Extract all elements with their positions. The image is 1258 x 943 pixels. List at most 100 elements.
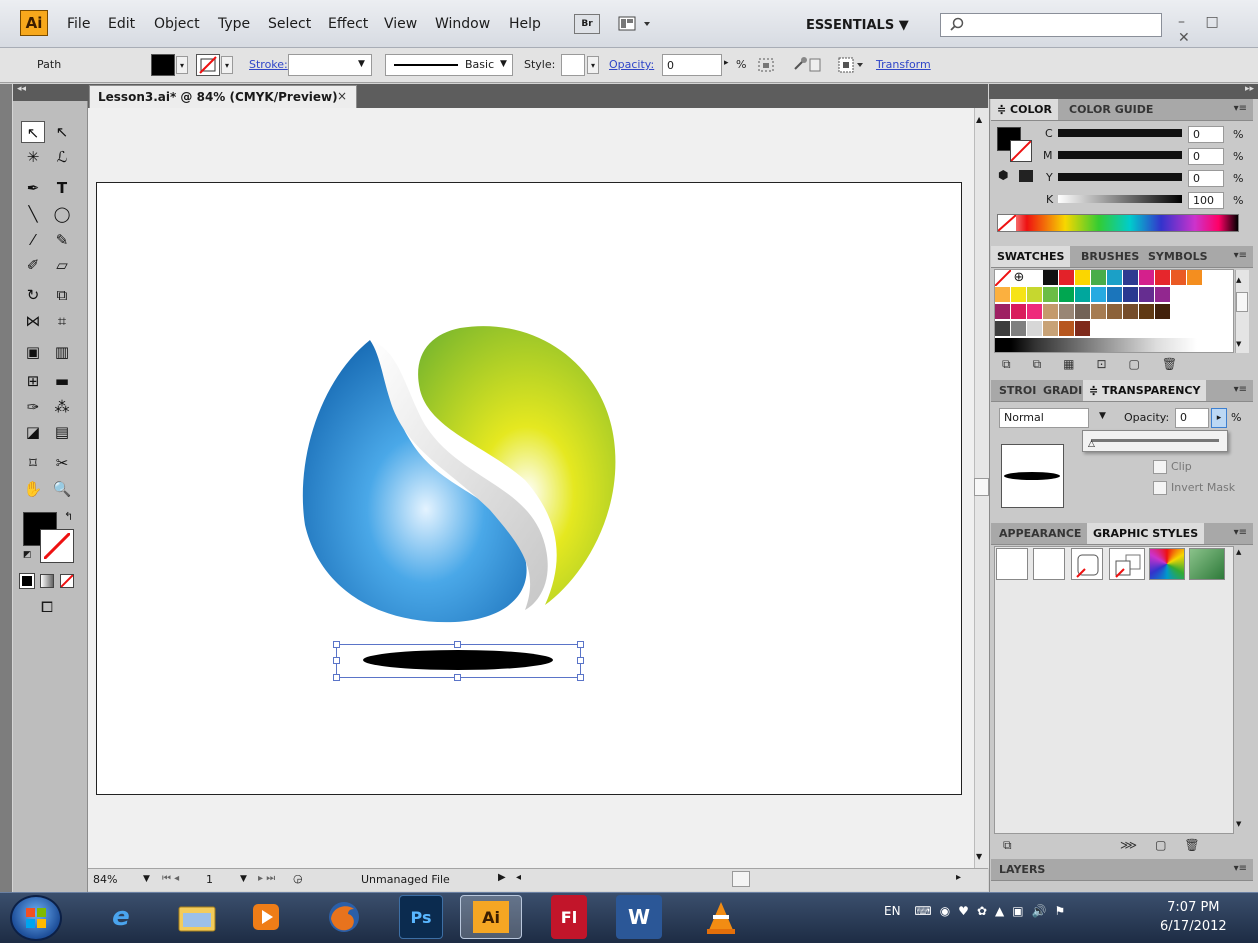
sphere-logo-artwork[interactable] (290, 320, 630, 695)
swatch-cell[interactable] (1123, 304, 1139, 320)
tab-appearance[interactable]: APPEARANCE (993, 523, 1087, 544)
swatch-cell[interactable] (1011, 287, 1027, 303)
paintbrush-tool-icon[interactable]: ⁄ (21, 229, 45, 251)
taskbar-clock[interactable]: 7:07 PM 6/17/2012 (1160, 898, 1227, 936)
tab-swatches[interactable]: SWATCHES (991, 246, 1071, 267)
symbol-sprayer-tool-icon[interactable]: ▣ (21, 341, 45, 363)
tab-stroke[interactable]: STROI (993, 380, 1042, 401)
swatch-cell[interactable] (1091, 304, 1107, 320)
recolor-artwork-icon[interactable] (791, 55, 821, 75)
graphic-style-mosaic[interactable] (1149, 548, 1185, 580)
tab-brushes[interactable]: BRUSHES (1075, 246, 1145, 267)
menu-file[interactable]: File (67, 16, 90, 32)
blob-brush-tool-icon[interactable]: ✐ (21, 254, 45, 276)
status-arrow-icon[interactable]: ▶ (498, 872, 506, 883)
slice-tool-icon[interactable]: ✂ (50, 452, 74, 474)
document-tab[interactable]: Lesson3.ai* @ 84% (CMYK/Preview) (89, 85, 357, 108)
color-spectrum[interactable] (997, 214, 1239, 232)
scroll-down-icon[interactable]: ▼ (1236, 340, 1241, 348)
isolate-group-icon[interactable] (836, 55, 866, 75)
swatch-cell[interactable] (995, 321, 1011, 337)
flash-taskbar-icon[interactable]: Fl (551, 895, 587, 939)
swatch-cell[interactable] (1043, 287, 1059, 303)
scale-tool-icon[interactable]: ⧉ (50, 284, 74, 306)
opacity-slider-toggle[interactable]: ▸ (1211, 408, 1227, 428)
swatch-cell[interactable] (1187, 270, 1203, 286)
channel-m-value[interactable]: 0 (1188, 148, 1224, 165)
vertical-scroll-thumb[interactable] (974, 478, 989, 496)
swatch-cell[interactable] (1107, 304, 1123, 320)
channel-y-value[interactable]: 0 (1188, 170, 1224, 187)
menu-select[interactable]: Select (268, 16, 311, 32)
select-similar-icon[interactable] (756, 55, 776, 75)
panel-menu-icon[interactable]: ▾≡ (1234, 863, 1247, 874)
menu-edit[interactable]: Edit (108, 16, 135, 32)
scroll-down-icon[interactable]: ▼ (1236, 820, 1241, 828)
none-swatch[interactable] (994, 269, 1012, 287)
selection-handle[interactable] (333, 641, 340, 648)
fill-swatch[interactable] (151, 54, 175, 76)
language-indicator[interactable]: EN (884, 904, 901, 918)
word-taskbar-icon[interactable]: W (616, 895, 662, 939)
free-transform-tool-icon[interactable]: ⌗ (50, 310, 74, 332)
scroll-right-icon[interactable]: ▸ (956, 872, 961, 883)
search-input[interactable] (940, 13, 1162, 37)
graphic-style-default[interactable] (996, 548, 1028, 580)
first-artboard-icon[interactable]: ⏮ ◂ (162, 873, 179, 884)
clip-checkbox[interactable] (1153, 460, 1167, 474)
lasso-tool-icon[interactable]: ℒ (50, 146, 74, 168)
close-tab-icon[interactable]: × (337, 89, 347, 103)
stroke-label[interactable]: Stroke: (249, 58, 288, 71)
color-stroke-box[interactable] (1010, 140, 1032, 162)
opacity-slider-popup[interactable]: △ (1082, 430, 1228, 452)
transparency-opacity-field[interactable]: 0 (1175, 408, 1209, 428)
selection-bounding-box[interactable] (336, 644, 581, 678)
live-paint-selection-tool-icon[interactable]: ▤ (50, 421, 74, 443)
registration-swatch-icon[interactable]: ⊕ (1011, 270, 1027, 286)
explorer-taskbar-icon[interactable] (166, 895, 228, 939)
graphic-style-offset[interactable] (1109, 548, 1145, 580)
selection-handle[interactable] (577, 674, 584, 681)
tray-icons[interactable]: ⌨◉♥✿▲▣🔊⚑ (914, 904, 1073, 918)
graphic-style-green[interactable] (1189, 548, 1225, 580)
graphic-style-rounded[interactable] (1071, 548, 1103, 580)
swatch-cell[interactable] (1155, 304, 1171, 320)
selection-handle[interactable] (577, 657, 584, 664)
color-mode-icon[interactable] (19, 573, 35, 589)
swatch-cell[interactable] (1091, 287, 1107, 303)
swatch-cell[interactable] (995, 287, 1011, 303)
swatch-cell[interactable] (1171, 270, 1187, 286)
swap-fill-stroke-icon[interactable]: ↰ (64, 510, 73, 523)
transparency-thumbnail[interactable] (1001, 444, 1064, 508)
swatch-cell[interactable] (1059, 304, 1075, 320)
zoom-tool-icon[interactable]: 🔍 (50, 478, 74, 500)
blend-mode-dropdown-icon[interactable]: ▼ (1099, 411, 1106, 421)
swatch-cell[interactable] (1155, 287, 1171, 303)
selection-tool-icon[interactable]: ↖ (21, 121, 45, 143)
fill-dropdown[interactable]: ▾ (176, 56, 188, 74)
magic-wand-tool-icon[interactable]: ✳ (21, 146, 45, 168)
none-mode-icon[interactable] (60, 574, 74, 588)
selection-handle[interactable] (577, 641, 584, 648)
stroke-color-box[interactable] (40, 529, 74, 563)
tab-transparency[interactable]: ≑ TRANSPARENCY (1083, 380, 1207, 401)
zoom-dropdown-icon[interactable]: ▼ (143, 874, 150, 884)
arrange-documents-button[interactable] (616, 14, 660, 34)
ellipse-tool-icon[interactable]: ◯ (50, 203, 74, 225)
tab-gradient[interactable]: GRADI (1037, 380, 1088, 401)
menu-type[interactable]: Type (218, 16, 250, 32)
panel-dock-header[interactable]: ▸▸ (989, 84, 1258, 99)
blend-tool-icon[interactable]: ⁂ (50, 396, 74, 418)
swatch-cell[interactable] (1043, 270, 1059, 286)
column-graph-tool-icon[interactable]: ▥ (50, 341, 74, 363)
menu-window[interactable]: Window (435, 16, 490, 32)
panel-menu-icon[interactable]: ▾≡ (1234, 250, 1247, 261)
tab-color-guide[interactable]: COLOR GUIDE (1063, 99, 1159, 120)
menu-object[interactable]: Object (154, 16, 200, 32)
window-controls[interactable]: – □ ✕ (1178, 14, 1258, 46)
channel-k-value[interactable]: 100 (1188, 192, 1224, 209)
stroke-dropdown[interactable]: ▾ (221, 56, 233, 74)
status-menu-icon[interactable]: ◶ (293, 872, 303, 885)
swatch-cell[interactable] (1107, 287, 1123, 303)
scroll-left-icon[interactable]: ◂ (516, 872, 521, 883)
